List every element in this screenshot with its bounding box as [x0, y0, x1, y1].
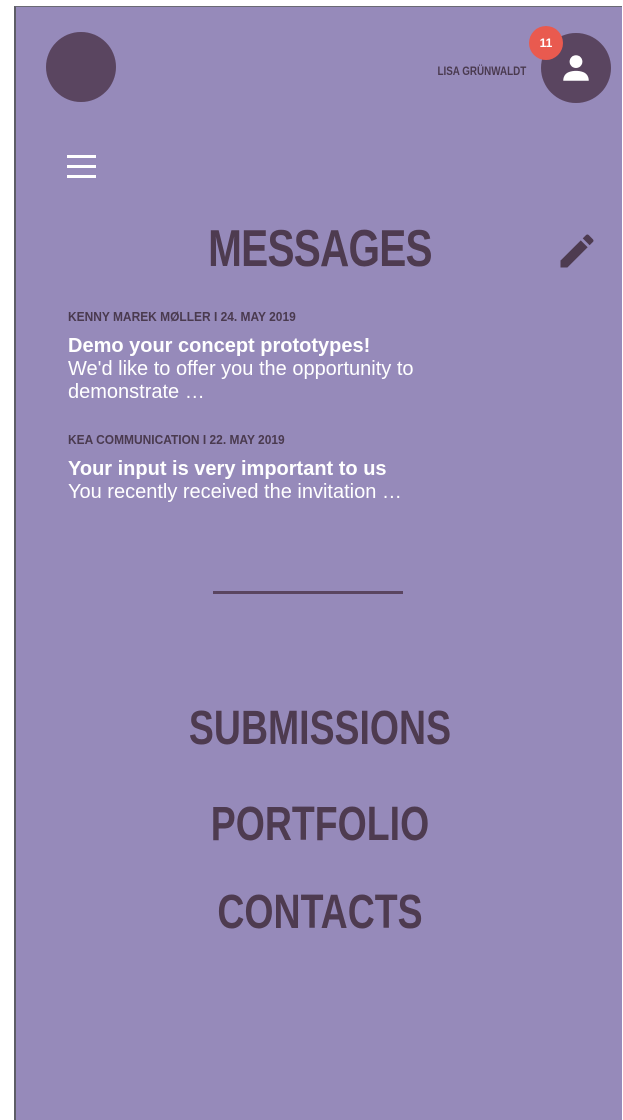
message-item[interactable]: KENNY MAREK MØLLER I 24. MAY 2019 Demo y… — [68, 309, 588, 404]
section-divider — [213, 591, 403, 594]
app-screen: LISA GRÜNWALDT 11 MESSAGES KENNY MAREK M… — [14, 6, 622, 1120]
message-meta: KEA COMMUNICATION I 22. MAY 2019 — [68, 432, 285, 447]
person-icon — [563, 55, 589, 81]
nav-portfolio[interactable]: PORTFOLIO — [83, 797, 557, 852]
message-subject: Your input is very important to us — [68, 458, 387, 480]
nav-contacts[interactable]: CONTACTS — [83, 885, 557, 940]
message-preview: We'd like to offer you the opportunity t… — [68, 358, 414, 380]
hamburger-menu-icon[interactable] — [67, 152, 97, 182]
logo[interactable] — [46, 32, 116, 102]
message-subject: Demo your concept prototypes! — [68, 335, 371, 357]
nav-submissions[interactable]: SUBMISSIONS — [83, 701, 557, 756]
user-name: LISA GRÜNWALDT — [437, 64, 526, 78]
page-title: MESSAGES — [208, 220, 432, 278]
message-preview: You recently received the invitation … — [68, 481, 402, 503]
message-preview-continued: demonstrate … — [68, 381, 205, 403]
message-list: KENNY MAREK MØLLER I 24. MAY 2019 Demo y… — [68, 309, 588, 532]
message-meta: KENNY MAREK MØLLER I 24. MAY 2019 — [68, 309, 296, 324]
notification-badge[interactable]: 11 — [529, 26, 563, 60]
pencil-icon[interactable] — [555, 229, 599, 273]
message-item[interactable]: KEA COMMUNICATION I 22. MAY 2019 Your in… — [68, 432, 588, 504]
